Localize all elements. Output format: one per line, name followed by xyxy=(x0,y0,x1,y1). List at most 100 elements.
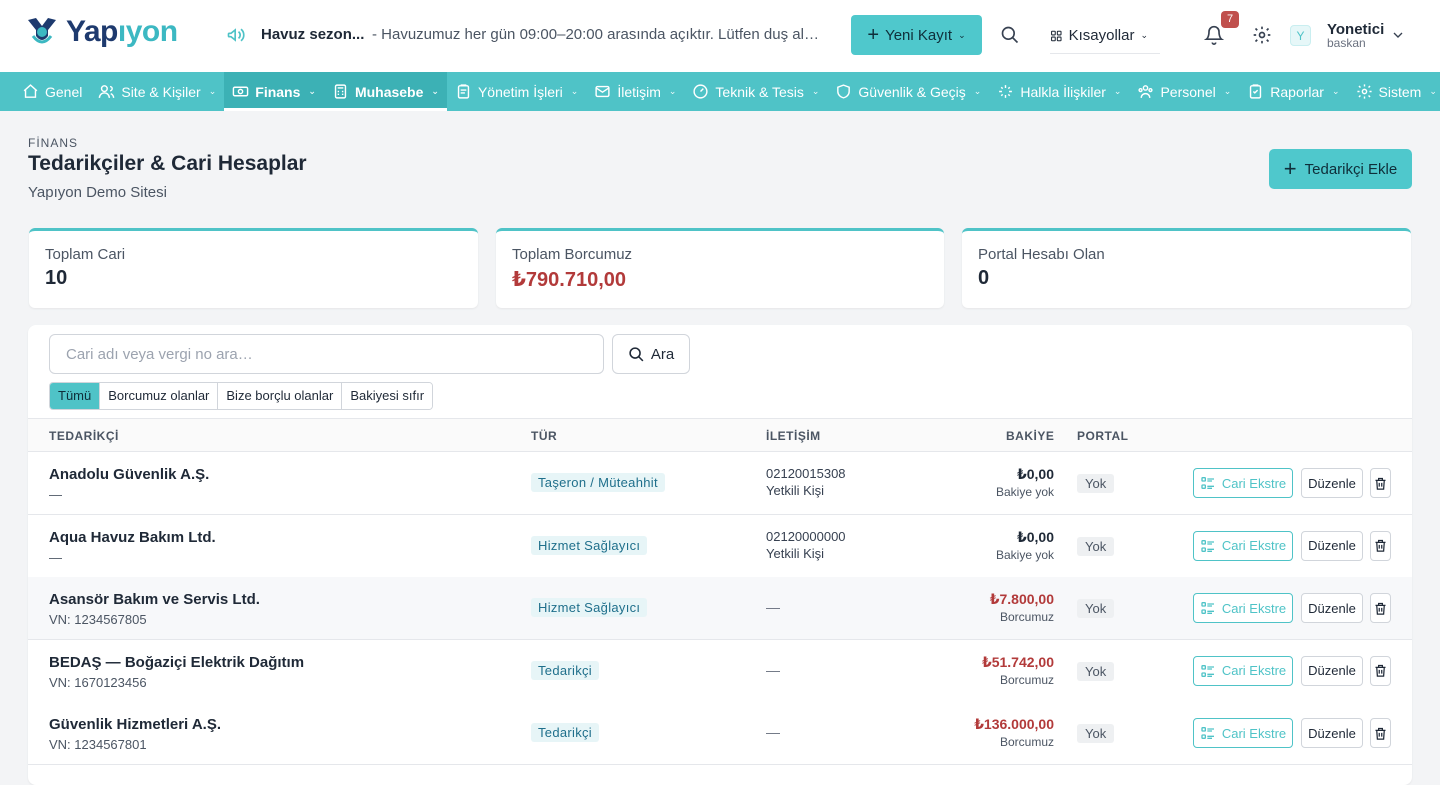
statement-button[interactable]: Cari Ekstre xyxy=(1193,718,1293,749)
column-header-type[interactable]: TÜR xyxy=(531,429,557,443)
sparkle-icon xyxy=(999,85,1013,98)
balance-amount: ₺7.800,00 xyxy=(989,591,1054,608)
bell-icon[interactable] xyxy=(1204,25,1224,45)
delete-button[interactable] xyxy=(1370,530,1391,561)
contact-phone: 02120015308 xyxy=(766,466,846,481)
delete-button[interactable] xyxy=(1370,718,1391,749)
statement-button[interactable]: Cari Ekstre xyxy=(1193,530,1293,561)
search-input[interactable] xyxy=(49,334,604,374)
nav-item-5[interactable]: İletişim ⌄ xyxy=(586,72,684,111)
portal-badge: Yok xyxy=(1077,724,1115,744)
edit-button[interactable]: Düzenle xyxy=(1301,655,1363,686)
supplier-tax-no: — xyxy=(49,549,62,565)
supplier-tax-no: — xyxy=(49,487,62,502)
table-header: TEDARİKÇİ TÜR İLETİŞİM BAKİYE PORTAL xyxy=(28,418,1412,452)
nav-item-0[interactable]: Genel xyxy=(14,72,90,111)
announcement-text[interactable]: - Havuzumuz her gün 09:00–20:00 arasında… xyxy=(372,26,822,43)
edit-button[interactable]: Düzenle xyxy=(1301,718,1363,749)
filter-option-1[interactable]: Borcumuz olanlar xyxy=(100,383,219,409)
nav-item-6[interactable]: Teknik & Tesis ⌄ xyxy=(684,72,827,111)
balance-status: Bakiye yok xyxy=(995,547,1054,562)
stat-label: Toplam Cari xyxy=(45,246,126,263)
list-icon xyxy=(1201,664,1214,677)
list-icon xyxy=(1201,727,1214,740)
filter-option-2[interactable]: Bize borçlu olanlar xyxy=(218,383,343,409)
logo-mark-icon xyxy=(28,18,56,44)
avatar[interactable]: Y xyxy=(1290,25,1311,46)
announcement-title[interactable]: Havuz sezon... xyxy=(261,26,364,43)
supplier-name[interactable]: Aqua Havuz Bakım Ltd. xyxy=(49,529,216,546)
chevron-down-icon: ⌄ xyxy=(1223,86,1232,96)
column-header-contact[interactable]: İLETİŞİM xyxy=(766,429,821,443)
supplier-name[interactable]: Güvenlik Hizmetleri A.Ş. xyxy=(49,716,221,733)
nav-item-4[interactable]: Yönetim İşleri ⌄ xyxy=(447,72,586,111)
chevron-down-icon: ⌄ xyxy=(973,86,982,96)
table-row[interactable]: Asansör Bakım ve Servis Ltd. VN: 12345678… xyxy=(28,577,1412,641)
nav-item-label: Güvenlik & Geçiş xyxy=(858,83,966,100)
chevron-down-icon: ⌄ xyxy=(431,86,439,96)
supplier-name[interactable]: BEDAŞ — Boğaziçi Elektrik Dağıtım xyxy=(49,654,304,671)
nav-item-label: Yönetim İşleri xyxy=(477,83,563,100)
balance-amount: ₺136.000,00 xyxy=(974,716,1054,733)
stat-label: Toplam Borcumuz xyxy=(512,246,633,263)
nav-item-11[interactable]: Sistem ⌄ xyxy=(1348,72,1440,111)
nav-item-1[interactable]: Site & Kişiler ⌄ xyxy=(90,72,224,111)
search-button[interactable]: Ara xyxy=(612,334,690,374)
column-header-balance[interactable]: BAKİYE xyxy=(1006,429,1054,443)
table-row[interactable]: BEDAŞ — Boğaziçi Elektrik Dağıtım VN: 167… xyxy=(28,639,1412,703)
nav-item-label: Finans xyxy=(255,83,301,100)
edit-button[interactable]: Düzenle xyxy=(1301,468,1363,498)
supplier-name[interactable]: Anadolu Güvenlik A.Ş. xyxy=(49,466,209,483)
search-button-label: Ara xyxy=(650,345,675,363)
supplier-name[interactable]: Asansör Bakım ve Servis Ltd. xyxy=(49,591,260,608)
contact-person: Yetkili Kişi xyxy=(766,545,825,561)
suppliers-panel: Ara TümüBorcumuz olanlarBize borçlu olan… xyxy=(28,325,1412,785)
supplier-tax-no: VN: 1234567805 xyxy=(49,612,147,628)
nav-item-7[interactable]: Güvenlik & Geçiş ⌄ xyxy=(827,72,989,111)
nav-item-8[interactable]: Halkla İlişkiler ⌄ xyxy=(989,72,1129,111)
nav-item-label: Personel xyxy=(1160,83,1216,100)
stat-label: Portal Hesabı Olan xyxy=(978,246,1105,263)
stat-value: 10 xyxy=(45,267,68,289)
page-subtitle: Yapıyon Demo Sitesi xyxy=(28,184,167,201)
column-header-supplier[interactable]: TEDARİKÇİ xyxy=(49,429,119,443)
gear-icon[interactable] xyxy=(1252,25,1272,45)
list-icon xyxy=(1201,602,1214,615)
nav-item-3[interactable]: Muhasebe ⌄ xyxy=(323,72,447,111)
search-icon[interactable] xyxy=(1000,25,1020,45)
portal-badge: Yok xyxy=(1077,599,1115,619)
edit-button[interactable]: Düzenle xyxy=(1301,530,1363,561)
chevron-down-icon: ⌄ xyxy=(570,86,579,96)
table-row[interactable]: Güvenlik Hizmetleri A.Ş. VN: 1234567801 Te… xyxy=(28,702,1412,766)
delete-button[interactable] xyxy=(1370,468,1391,498)
trash-icon xyxy=(1375,665,1386,678)
table-row[interactable]: Anadolu Güvenlik A.Ş. — Taşeron / Müteahhi… xyxy=(28,452,1412,515)
plus-icon: + xyxy=(867,24,880,46)
nav-item-2[interactable]: Finans ⌄ xyxy=(224,72,324,111)
search-icon xyxy=(629,346,644,361)
table-row[interactable]: Aqua Havuz Bakım Ltd. — Hizmet Sağlayıcı 02… xyxy=(28,514,1412,578)
notification-badge: 7 xyxy=(1221,11,1239,28)
portal-badge: Yok xyxy=(1077,661,1115,681)
brand-logo[interactable]: Yapıyon xyxy=(24,14,178,50)
statement-button[interactable]: Cari Ekstre xyxy=(1193,655,1293,686)
delete-button[interactable] xyxy=(1370,593,1391,624)
filter-option-3[interactable]: Bakiyesi sıfır xyxy=(342,383,433,409)
statement-button[interactable]: Cari Ekstre xyxy=(1193,593,1293,624)
column-header-portal[interactable]: PORTAL xyxy=(1077,429,1128,443)
report-icon xyxy=(1250,84,1262,99)
chevron-down-icon[interactable] xyxy=(1390,27,1406,43)
nav-item-9[interactable]: Personel ⌄ xyxy=(1129,72,1239,111)
add-supplier-button[interactable]: + Tedarikçi Ekle xyxy=(1269,149,1412,189)
nav-item-10[interactable]: Raporlar ⌄ xyxy=(1239,72,1347,111)
chevron-down-icon: ⌄ xyxy=(1429,86,1437,96)
statement-button-label: Cari Ekstre xyxy=(1221,725,1287,741)
new-record-button[interactable]: + Yeni Kayıt ⌄ xyxy=(851,15,982,55)
filter-option-0[interactable]: Tümü xyxy=(50,383,101,409)
statement-button[interactable]: Cari Ekstre xyxy=(1193,468,1293,498)
contact-phone: 02120000000 xyxy=(766,528,846,544)
delete-button[interactable] xyxy=(1370,655,1391,686)
shortcuts-menu[interactable]: Kısayollar ⌄ xyxy=(1050,18,1160,54)
balance-status: Borcumuz xyxy=(999,735,1054,750)
edit-button[interactable]: Düzenle xyxy=(1301,593,1363,624)
